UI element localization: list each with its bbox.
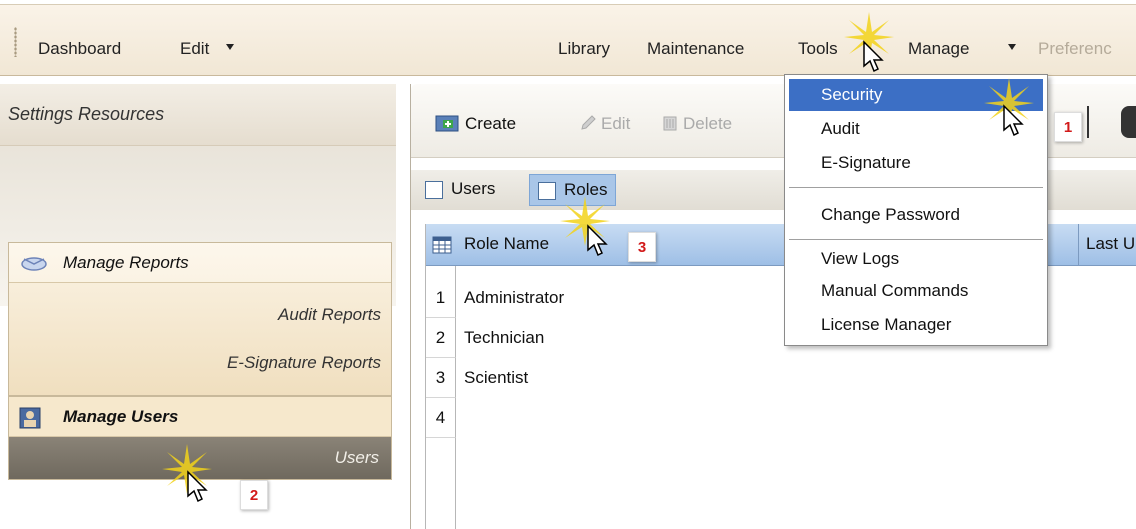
pencil-icon — [581, 115, 596, 130]
toolbar-separator — [1087, 106, 1089, 138]
edit-button[interactable]: Edit — [579, 114, 630, 134]
grid-menu-icon[interactable] — [432, 236, 452, 259]
esignature-reports-link[interactable]: E-Signature Reports — [227, 353, 381, 373]
toolbar-overflow-icon[interactable] — [1121, 106, 1136, 138]
step-callout-2: 2 — [240, 480, 268, 510]
delete-button[interactable]: Delete — [661, 114, 732, 134]
manage-reports-body: Audit Reports E-Signature Reports — [9, 283, 391, 395]
row-number: 2 — [426, 318, 456, 358]
menu-library[interactable]: Library — [558, 39, 610, 59]
menu-item-view-logs[interactable]: View Logs — [789, 243, 1043, 275]
menu-item-change-password[interactable]: Change Password — [789, 199, 1043, 231]
mouse-cursor-icon — [863, 40, 884, 73]
role-name-cell[interactable]: Technician — [464, 328, 544, 348]
menu-item-manual-commands[interactable]: Manual Commands — [789, 275, 1043, 307]
step-callout-1: 1 — [1054, 112, 1082, 142]
menu-maintenance[interactable]: Maintenance — [647, 39, 744, 59]
menu-dashboard[interactable]: Dashboard — [38, 39, 121, 59]
users-tab-icon — [425, 181, 443, 199]
menu-manage[interactable]: Manage — [908, 39, 969, 59]
mouse-cursor-icon — [187, 470, 208, 503]
manage-reports-header[interactable]: Manage Reports — [9, 243, 391, 283]
edit-label: Edit — [601, 114, 631, 133]
menu-tools[interactable]: Tools — [798, 39, 838, 59]
mouse-cursor-icon — [1003, 104, 1024, 137]
role-name-cell[interactable]: Scientist — [464, 368, 528, 388]
mouse-cursor-icon — [587, 224, 608, 257]
manage-dropdown-arrow-icon[interactable] — [1008, 44, 1016, 50]
delete-icon — [663, 116, 677, 131]
column-last-updated[interactable]: Last U — [1086, 234, 1135, 254]
users-link[interactable]: Users — [335, 448, 379, 468]
audit-reports-link[interactable]: Audit Reports — [278, 305, 381, 325]
manage-users-label: Manage Users — [63, 407, 179, 426]
menu-edit[interactable]: Edit — [180, 39, 209, 59]
reports-icon — [19, 253, 49, 278]
menu-separator — [789, 239, 1043, 240]
users-icon — [19, 407, 41, 434]
column-divider — [1078, 224, 1079, 266]
tab-users-label: Users — [451, 179, 496, 198]
delete-label: Delete — [683, 114, 733, 133]
manage-users-header[interactable]: Manage Users — [9, 397, 391, 437]
panel-header: Settings Resources — [0, 84, 396, 146]
create-button[interactable]: Create — [435, 114, 516, 134]
toolbar-grip[interactable] — [14, 27, 17, 57]
manage-reports-label: Manage Reports — [63, 253, 189, 272]
menu-item-license-manager[interactable]: License Manager — [789, 309, 1043, 341]
step-callout-3: 3 — [628, 232, 656, 262]
create-icon — [435, 115, 459, 132]
row-number: 4 — [426, 398, 456, 438]
menu-item-esignature[interactable]: E-Signature — [789, 147, 1043, 179]
column-role-name[interactable]: Role Name — [464, 234, 549, 254]
menu-preferences[interactable]: Preferenc — [1038, 39, 1112, 59]
row-number: 1 — [426, 278, 456, 318]
row-number: 3 — [426, 358, 456, 398]
panel-title: Settings Resources — [8, 104, 165, 124]
edit-dropdown-arrow-icon[interactable] — [226, 44, 234, 50]
manage-reports-section: Manage Reports Audit Reports E-Signature… — [8, 242, 392, 396]
tab-users[interactable]: Users — [417, 174, 503, 206]
role-name-cell[interactable]: Administrator — [464, 288, 564, 308]
menubar: Dashboard Edit Library Maintenance Tools… — [0, 4, 1136, 76]
create-label: Create — [465, 114, 517, 133]
menu-separator — [789, 187, 1043, 188]
roles-tab-icon — [538, 182, 556, 200]
